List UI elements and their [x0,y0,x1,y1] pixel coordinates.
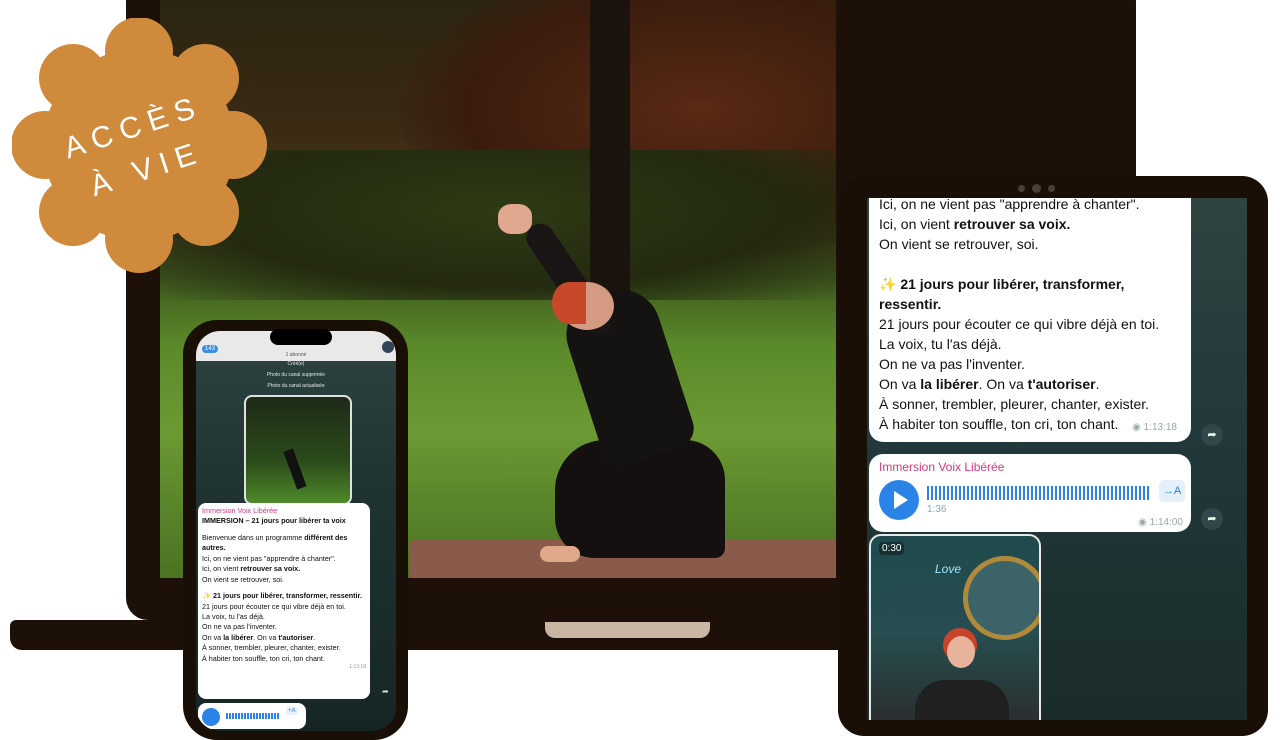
lifetime-access-badge: ACCÈS À VIE [12,18,267,273]
woman-hands [498,204,532,234]
woman-foot [540,546,580,562]
line-bold: t'autoriser [1027,376,1096,392]
message-time: ◉ 1:13:18 [1132,418,1177,438]
woman-face [947,636,975,668]
message-line: On vient se retrouver, soi. [879,236,1039,252]
play-button[interactable] [879,480,919,520]
message-line: 21 jours pour écouter ce qui vibre déjà … [202,601,346,611]
message-line: On va la libérer. On va t'autoriser. [879,374,1181,394]
message-line: On va la libérer. On va t'autoriser. [202,633,366,643]
audio-sender: Immersion Voix Libérée [879,460,1005,474]
line-bold: retrouver sa voix. [240,564,301,574]
message-intro: Bienvenue dans un programme différent de… [202,533,366,554]
laptop-notch [545,622,710,638]
time-text: 1:13:18 [1143,422,1177,433]
tree-trunk [590,0,630,320]
message-time: 1:13:18 [349,664,366,671]
share-icon[interactable]: ➦ [1201,508,1223,530]
woman-hair [552,282,586,324]
phone-screen: 143 1 abonné Créé(e) Photo du canal supp… [196,331,396,731]
transcribe-button[interactable]: →A [1159,480,1185,502]
line-text: . On va [253,632,279,642]
message-line: À habiter ton souffle, ton cri, ton chan… [202,653,325,663]
sensor-dot [1048,185,1055,192]
views-icon: ◉ [1132,422,1144,433]
sparkle-icon: ✨ [879,276,897,292]
message-sender: Immersion Voix Libérée [202,506,278,515]
message-line: Ici, on ne vient pas "apprendre à chante… [879,198,1140,212]
line-text: Ici, on vient [202,564,241,574]
tablet-screen: Ici, on ne vient pas "apprendre à chante… [867,198,1247,720]
camera-dot [1018,185,1025,192]
message-line: On vient se retrouver, soi. [202,574,284,584]
subscriber-count: 1 abonné [285,352,307,358]
time-text: 1:14:00 [1149,517,1183,528]
mirror [963,556,1039,640]
channel-photo[interactable] [244,395,352,505]
play-button[interactable] [202,708,220,726]
message-line: À sonner, trembler, pleurer, chanter, ex… [879,396,1150,412]
camera-lens [1032,184,1041,193]
message-line: On ne va pas l'inventer. [202,622,277,632]
tablet-video-message[interactable]: 0:30 Love [869,534,1041,720]
tablet-message-bubble: Ici, on ne vient pas "apprendre à chante… [869,198,1191,442]
photo-figure [283,448,307,490]
line-text: . On va [978,376,1028,392]
video-duration: 0:30 [879,542,905,555]
message-heading: ✨ 21 jours pour libérer, transformer, re… [879,274,1181,314]
service-created: Créé(e) [287,361,305,367]
neon-sign: Love [935,562,962,576]
message-line: La voix, tu l'as déjà. [879,336,1002,352]
audio-duration: 1:36 [927,504,947,515]
views-icon: ◉ [1138,517,1150,528]
message-heading: ✨ 21 jours pour libérer, transformer, re… [202,591,362,601]
play-icon [894,491,908,509]
line-bold: t'autoriser [278,632,314,642]
message-line: 21 jours pour écouter ce qui vibre déjà … [879,316,1160,332]
heading-text: 21 jours pour libérer, transformer, ress… [879,276,1125,312]
share-icon[interactable]: ➦ [382,687,389,696]
message-line: Ici, on ne vient pas "apprendre à chante… [202,553,336,563]
message-line: À sonner, trembler, pleurer, chanter, ex… [202,643,341,653]
line-text: . [313,632,316,642]
audio-waveform[interactable] [927,486,1151,500]
share-icon[interactable]: ➦ [1201,424,1223,446]
phone-dynamic-island [270,329,332,345]
tablet-audio-message: Immersion Voix Libérée 1:36 →A ◉ 1:14:00 [869,454,1191,532]
woman-body [915,680,1009,720]
message-time: ◉ 1:14:00 [1138,517,1183,528]
line-bold: la libérer [223,632,254,642]
service-photo-updated: Photo du canal actualisée [267,383,325,389]
message-line: La voix, tu l'as déjà. [202,611,265,621]
line-bold: la libérer [920,376,979,392]
audio-waveform [226,713,280,719]
message-line: Ici, on vient retrouver sa voix. [202,564,366,574]
phone-audio-message: +A [198,703,306,729]
intro-text: Bienvenue dans un programme [202,532,305,542]
message-line: On ne va pas l'inventer. [879,356,1025,372]
line-bold: retrouver sa voix. [953,216,1071,232]
line-text: On va [879,376,921,392]
message-title: IMMERSION – 21 jours pour libérer ta voi… [202,516,346,526]
line-text: Ici, on vient [879,216,954,232]
message-line: Ici, on vient retrouver sa voix. [879,214,1181,234]
phone-message-bubble: Immersion Voix Libérée IMMERSION – 21 jo… [198,503,370,699]
line-text: . [1095,376,1100,392]
line-text: On va [202,632,224,642]
badge-shape [12,18,267,273]
service-photo-removed: Photo du canal supprimée [266,372,326,378]
transcribe-button[interactable]: +A [286,707,298,715]
